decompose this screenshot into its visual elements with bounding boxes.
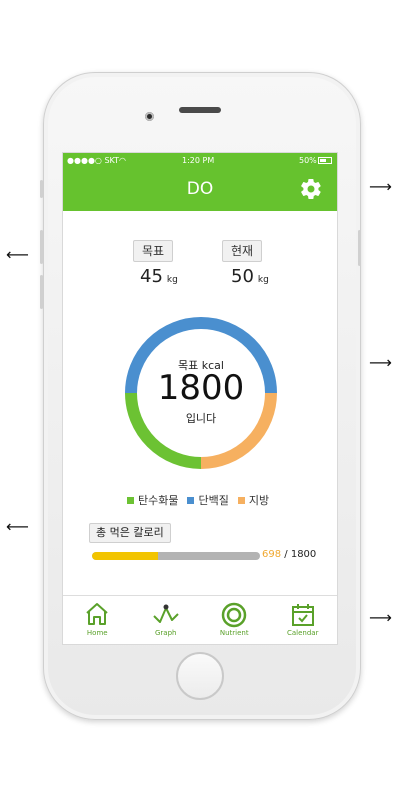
current-weight-number: 50 [231, 266, 254, 287]
arrow-right-icon: ⟶ [369, 608, 392, 627]
app-title: DO [186, 179, 214, 199]
goal-weight-number: 45 [140, 266, 163, 287]
goal-weight-value: 45 kg [140, 266, 178, 287]
home-icon [86, 603, 108, 625]
chart-legend: 탄수화물 단백질 지방 [127, 492, 269, 508]
goal-weight-unit: kg [166, 275, 178, 285]
status-time: 1:20 PM [182, 156, 215, 165]
legend-label: 지방 [248, 494, 270, 507]
legend-label: 탄수화물 [138, 494, 179, 507]
arrow-left-icon: ⟵ [6, 517, 29, 536]
arrow-left-icon: ⟵ [6, 245, 29, 264]
app-screen: ●●●●○ SKT ◠ 1:20 PM 50% DO 목표 현재 45 kg 50… [62, 152, 338, 645]
calorie-progress-fill [92, 552, 158, 560]
current-weight-label: 현재 [222, 240, 263, 262]
carrier-label: ●●●●○ SKT [67, 156, 120, 165]
legend-swatch [237, 496, 245, 504]
legend-item-protein: 단백질 [187, 492, 229, 508]
calendar-icon [291, 604, 314, 626]
calories-eaten-value: 698 [262, 549, 282, 560]
battery-icon [318, 157, 332, 164]
ring-sub: 입니다 [185, 412, 217, 425]
calorie-progress-bar [92, 552, 260, 560]
ring-value: 1800 [157, 368, 245, 408]
current-weight-unit: kg [257, 275, 269, 285]
tab-graph[interactable]: Graph [132, 596, 201, 644]
current-weight-value: 50 kg [231, 266, 269, 287]
arrow-right-icon: ⟶ [369, 353, 392, 372]
speaker-grill [179, 107, 221, 113]
calorie-progress-text: 698 / 1800 [262, 549, 316, 560]
legend-item-carbs: 탄수화물 [127, 492, 178, 508]
nutrient-icon [222, 602, 247, 628]
legend-swatch [187, 496, 195, 504]
arrow-right-icon: ⟶ [369, 177, 392, 196]
calories-target-value: 1800 [290, 549, 317, 560]
tab-home[interactable]: Home [63, 596, 132, 644]
tab-nutrient[interactable]: Nutrient [200, 596, 269, 644]
legend-item-fat: 지방 [237, 492, 270, 508]
tab-calendar[interactable]: Calendar [269, 596, 338, 644]
mute-switch [40, 180, 43, 198]
status-bar: ●●●●○ SKT ◠ 1:20 PM 50% [63, 153, 337, 169]
tab-label: Home [86, 629, 108, 637]
home-button[interactable] [176, 652, 224, 700]
ring-center: 목표 kcal 1800 입니다 [118, 310, 284, 476]
battery-percent: 50% [299, 156, 317, 165]
calories-separator: / [281, 549, 291, 560]
legend-label: 단백질 [198, 494, 229, 507]
tab-bar: Home Graph Nutrient Calendar [63, 595, 337, 644]
calories-eaten-label: 총 먹은 칼로리 [89, 523, 171, 543]
goal-weight-label: 목표 [133, 240, 174, 262]
front-camera [145, 112, 154, 121]
tab-label: Nutrient [219, 629, 249, 637]
app-bar: DO [63, 169, 337, 211]
volume-up-button [40, 230, 43, 264]
gear-icon[interactable] [299, 177, 323, 201]
tab-label: Graph [155, 629, 177, 637]
power-button [358, 230, 361, 266]
wifi-icon: ◠ [119, 156, 126, 165]
legend-swatch [127, 496, 134, 504]
graph-icon [153, 604, 179, 623]
volume-down-button [40, 275, 43, 309]
tab-label: Calendar [287, 629, 319, 637]
